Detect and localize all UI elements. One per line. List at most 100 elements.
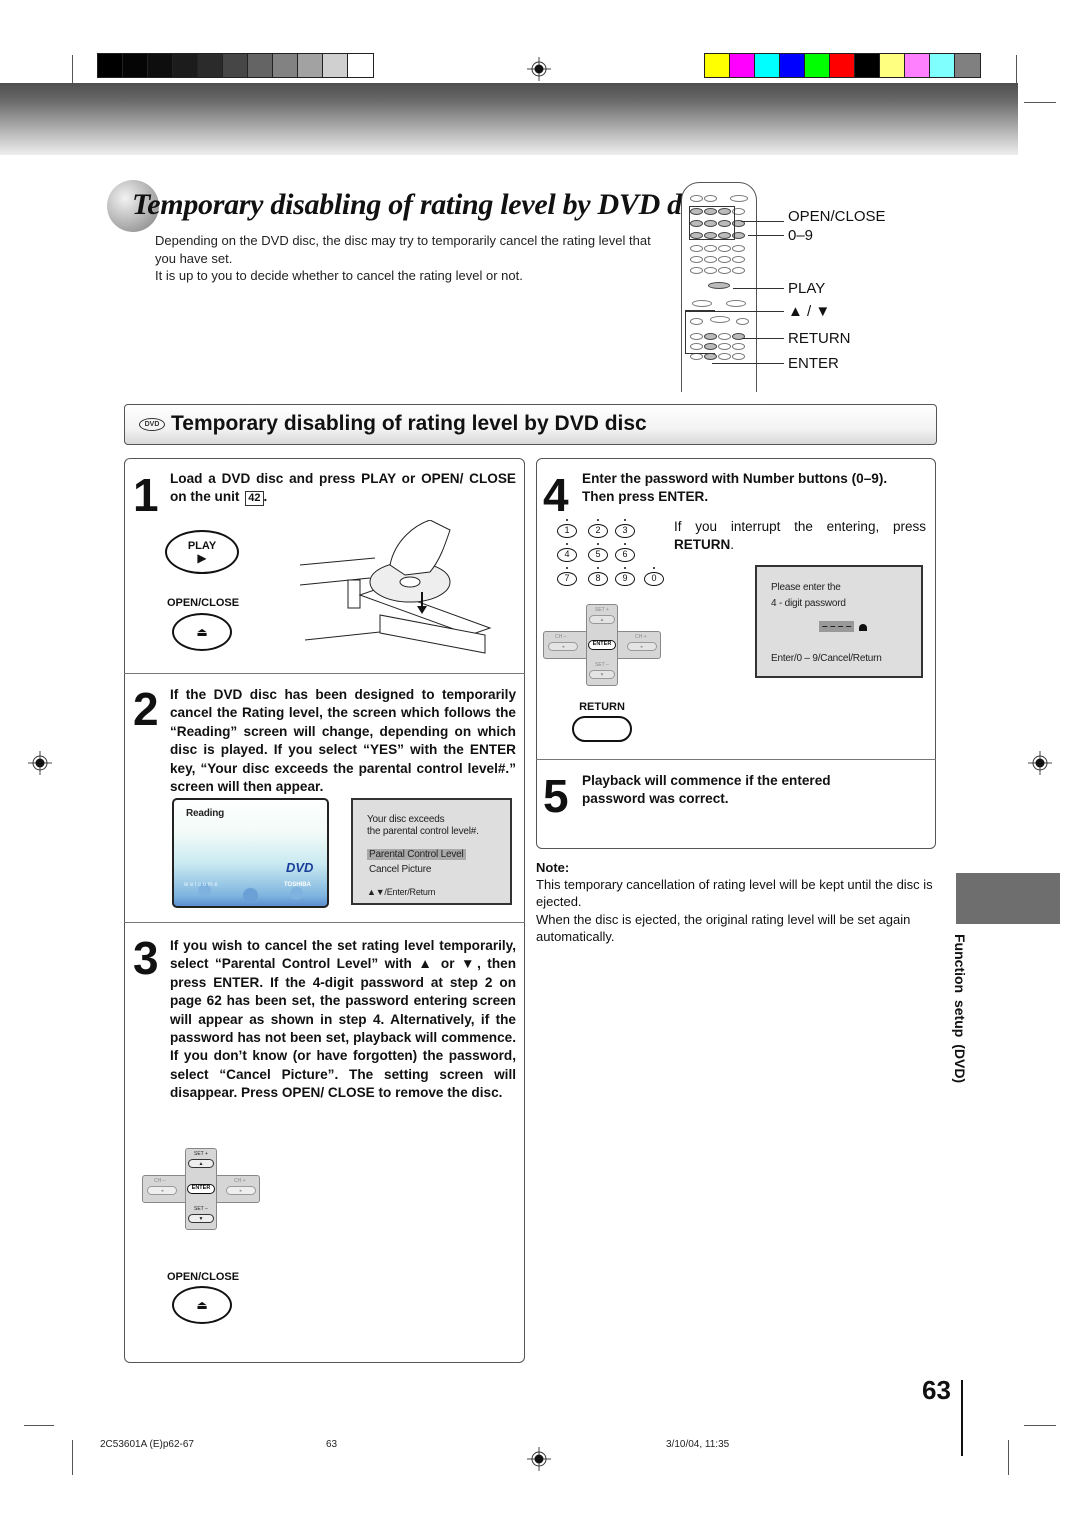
remote-label-return: RETURN xyxy=(788,330,851,347)
right-button[interactable]: ▸ xyxy=(226,1186,256,1195)
up-button[interactable]: ▲ xyxy=(188,1159,214,1168)
number-button-7[interactable]: 7 xyxy=(557,567,577,586)
color-swatch xyxy=(323,54,348,77)
step-3-text: If you wish to cancel the set rating lev… xyxy=(170,938,516,1101)
remote-label-enter: ENTER xyxy=(788,355,839,372)
remote-button xyxy=(690,267,703,274)
remote-button xyxy=(718,245,731,252)
keypad-highlight-box xyxy=(689,206,735,240)
chapter-label: Function setup (DVD) xyxy=(952,934,968,1084)
return-button[interactable] xyxy=(572,716,632,742)
step-2-text: If the DVD disc has been designed to tem… xyxy=(170,687,516,795)
arrow-highlight-box xyxy=(685,310,715,354)
number-button-3[interactable]: 3 xyxy=(615,519,635,538)
number-button-0[interactable]: 0 xyxy=(644,567,664,586)
leader-line xyxy=(742,338,784,339)
color-swatch xyxy=(755,54,780,77)
color-swatch xyxy=(730,54,755,77)
right-button[interactable]: ▸ xyxy=(627,642,657,651)
open-close-label: OPEN/CLOSE xyxy=(166,597,240,609)
color-swatch xyxy=(805,54,830,77)
intro-line-2: It is up to you to decide whether to can… xyxy=(155,268,523,283)
note-line-1: This temporary cancellation of rating le… xyxy=(536,877,933,909)
remote-button xyxy=(732,245,745,252)
color-swatch xyxy=(148,54,173,77)
return-hint-end: RETURN. xyxy=(674,536,734,554)
ch-minus-label: CH – xyxy=(555,634,567,640)
open-close-label: OPEN/CLOSE xyxy=(166,1271,240,1283)
remote-button xyxy=(732,343,745,350)
step-number: 5 xyxy=(543,770,569,822)
remote-button xyxy=(718,267,731,274)
number-button-4[interactable]: 4 xyxy=(557,543,577,562)
down-button[interactable]: ▼ xyxy=(589,670,615,679)
remote-button xyxy=(718,333,731,340)
remote-button xyxy=(732,353,745,360)
enter-button[interactable]: ENTER xyxy=(187,1184,215,1194)
reading-screen: Reading DVD w e l c o m e TOSHIBA xyxy=(172,798,329,908)
remote-play-button xyxy=(708,282,730,289)
play-button[interactable]: PLAY ▶ xyxy=(165,530,239,574)
up-button[interactable]: ▲ xyxy=(589,615,615,624)
dvd-logo-icon: DVD xyxy=(286,860,314,875)
color-swatch xyxy=(905,54,930,77)
step-divider xyxy=(124,673,525,674)
remote-button xyxy=(718,343,731,350)
crop-mark xyxy=(1024,1425,1056,1426)
color-swatch xyxy=(98,54,123,77)
remote-button xyxy=(690,195,703,202)
color-swatch xyxy=(880,54,905,77)
remote-button xyxy=(732,267,745,274)
remote-label-numbers: 0–9 xyxy=(788,227,814,244)
leader-line xyxy=(685,311,784,312)
remote-label-open-close: OPEN/CLOSE xyxy=(788,208,886,225)
enter-button[interactable]: ENTER xyxy=(588,640,616,650)
option-parental-control-level[interactable]: Parental Control Level xyxy=(367,849,466,860)
down-button[interactable]: ▼ xyxy=(188,1214,214,1223)
color-swatch xyxy=(830,54,855,77)
grayscale-bar xyxy=(97,53,374,78)
remote-button xyxy=(704,256,717,263)
note-line-2: When the disc is ejected, the original r… xyxy=(536,912,911,944)
return-hint-bold: RETURN xyxy=(674,537,731,552)
return-label: RETURN xyxy=(579,701,625,713)
welcome-text: w e l c o m e xyxy=(184,882,218,888)
set-plus-label: SET + xyxy=(595,607,609,613)
remote-button xyxy=(690,256,703,263)
left-button[interactable]: ◂ xyxy=(147,1186,177,1195)
registration-mark-icon xyxy=(1028,751,1052,775)
crop-mark xyxy=(72,1440,73,1475)
number-button-9[interactable]: 9 xyxy=(615,567,635,586)
color-swatch xyxy=(223,54,248,77)
color-swatch xyxy=(123,54,148,77)
open-close-button[interactable]: ⏏ xyxy=(172,613,232,651)
return-hint-period: . xyxy=(730,537,735,552)
lock-icon xyxy=(859,624,867,631)
color-swatch xyxy=(855,54,880,77)
number-button-6[interactable]: 6 xyxy=(615,543,635,562)
page-reference[interactable]: 42 xyxy=(245,491,264,507)
number-button-2[interactable]: 2 xyxy=(588,519,608,538)
color-swatch xyxy=(198,54,223,77)
number-button-1[interactable]: 1 xyxy=(557,519,577,538)
remote-button xyxy=(704,195,717,202)
toshiba-brand: TOSHIBA xyxy=(284,882,311,888)
dpad-control: SET + ▲ CH – CH + ◂ ENTER ▸ SET – ▼ xyxy=(543,604,661,686)
registration-mark-icon xyxy=(28,751,52,775)
remote-button xyxy=(704,267,717,274)
return-hint: If you interrupt the entering, press xyxy=(674,518,926,536)
section-title: Temporary disabling of rating level by D… xyxy=(171,412,647,435)
open-close-button[interactable]: ⏏ xyxy=(172,1286,232,1324)
password-field[interactable]: – – – – xyxy=(819,621,855,632)
leader-line xyxy=(741,221,784,222)
remote-button xyxy=(718,256,731,263)
page-title: Temporary disabling of rating level by D… xyxy=(132,188,715,221)
number-button-8[interactable]: 8 xyxy=(588,567,608,586)
step-number: 2 xyxy=(133,683,159,735)
intro-line-1: Depending on the DVD disc, the disc may … xyxy=(155,233,651,266)
return-hint-text: If you interrupt the entering, press xyxy=(674,519,926,534)
number-button-5[interactable]: 5 xyxy=(588,543,608,562)
option-cancel-picture[interactable]: Cancel Picture xyxy=(369,864,431,875)
crop-mark xyxy=(1016,55,1017,85)
left-button[interactable]: ◂ xyxy=(548,642,578,651)
